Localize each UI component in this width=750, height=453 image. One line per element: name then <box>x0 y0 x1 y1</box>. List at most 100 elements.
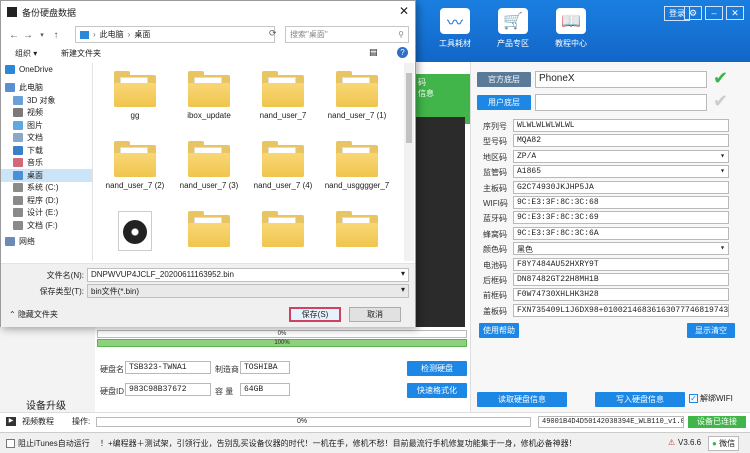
organize-menu[interactable]: 组织 ▾ <box>15 48 37 59</box>
nav-item[interactable]: 桌面 <box>1 169 92 182</box>
field-value[interactable]: FXN735409L1J6DX98+0100214683616307774681… <box>513 303 729 317</box>
file-item[interactable] <box>319 211 395 251</box>
filename-area: 文件名(N): DNPWVUP4JCLF_20200611163952.bin … <box>1 263 415 301</box>
official-base-field[interactable]: PhoneX <box>535 71 707 88</box>
tutorial-nav-button[interactable]: 📖 教程中心 <box>541 8 601 58</box>
file-item[interactable]: nand_user_7 (3) <box>171 141 247 190</box>
field-value[interactable]: 9C:E3:3F:8C:3C:68 <box>513 196 729 209</box>
tools-nav-button[interactable]: 〰 工具耗材 <box>425 8 485 58</box>
forward-arrow-icon[interactable]: → <box>21 30 35 41</box>
nav-item[interactable]: 文档 (F:) <box>1 219 92 232</box>
field-value[interactable]: DN87482GT22H8MH1B <box>513 273 729 286</box>
field-value[interactable]: 9C:E3:3F:8C:3C:6A <box>513 226 729 240</box>
read-disk-button[interactable]: 读取硬盘信息 <box>477 392 567 407</box>
check-icon: ✔ <box>713 68 729 88</box>
search-input[interactable]: 搜索"桌面" ⚲ <box>285 26 409 43</box>
file-item[interactable]: nand_user_7 (2) <box>97 141 173 190</box>
disk-name-field: TSB323-TWNA1 <box>125 361 211 374</box>
chevron-down-icon[interactable]: ▾ <box>720 151 725 161</box>
nav-item[interactable]: 系统 (C:) <box>1 182 92 195</box>
products-nav-button[interactable]: 🛒 产品专区 <box>483 8 543 58</box>
path-segment-pc[interactable]: 此电脑 <box>100 29 124 40</box>
dialog-close-icon[interactable]: ✕ <box>399 4 409 18</box>
official-base-button[interactable]: 官方底层 <box>477 72 531 87</box>
wechat-icon: ● <box>712 439 717 448</box>
progress-bar-2: 100% <box>97 339 467 347</box>
user-base-button[interactable]: 用户底层 <box>477 95 531 110</box>
block-itunes-checkbox[interactable] <box>6 439 15 448</box>
save-button[interactable]: 保存(S) <box>289 307 341 322</box>
history-chevron-icon[interactable]: ▾ <box>35 31 49 39</box>
new-folder-button[interactable]: 新建文件夹 <box>61 48 101 59</box>
nav-item[interactable]: 程序 (D:) <box>1 194 92 207</box>
device-upgrade-label[interactable]: 设备升级 <box>26 397 66 412</box>
write-disk-button[interactable]: 写入硬盘信息 <box>595 392 685 407</box>
user-base-field[interactable] <box>535 94 707 111</box>
file-item[interactable]: nand_user_7 (4) <box>245 141 321 190</box>
view-icon[interactable]: ▤ <box>369 47 378 58</box>
nav-item[interactable]: OneDrive <box>1 63 92 76</box>
refresh-icon[interactable]: ⟳ <box>269 28 277 39</box>
chevron-down-icon-2[interactable]: ▾ <box>401 285 405 294</box>
nav-item[interactable]: 图片 <box>1 119 92 132</box>
field-value[interactable]: MQA82 <box>513 134 729 148</box>
file-item[interactable]: nand_usgggger_7 <box>319 141 395 190</box>
nav-item-icon <box>13 208 23 218</box>
file-item[interactable] <box>171 211 247 251</box>
nav-item[interactable]: 音乐 <box>1 157 92 170</box>
nav-item[interactable]: 文档 <box>1 132 92 145</box>
unbind-wifi-checkbox[interactable]: ✓ 解绑WIFI <box>689 393 733 404</box>
chevron-down-icon[interactable]: ▾ <box>720 166 725 176</box>
video-tutorial-link[interactable]: 视频教程 <box>22 416 54 427</box>
back-arrow-icon[interactable]: ← <box>7 30 21 41</box>
field-value[interactable]: F8Y7484AU52HXRY9T <box>513 257 729 271</box>
play-icon[interactable]: ▶ <box>6 417 16 426</box>
wechat-button[interactable]: ● 微信 <box>708 436 740 451</box>
hide-folders-toggle[interactable]: ⌃ 隐藏文件夹 <box>9 309 58 320</box>
close-icon[interactable]: ✕ <box>726 6 744 20</box>
file-item[interactable]: ibox_update <box>171 71 247 120</box>
file-item[interactable]: nand_user_7 <box>245 71 321 120</box>
nav-item[interactable]: 视频 <box>1 107 92 120</box>
tools-nav-label: 工具耗材 <box>439 39 471 48</box>
firmware-select[interactable]: 49001B4D4D50142038394E_WLB110_v1.0. <box>538 416 684 428</box>
use-help-button[interactable]: 使用帮助 <box>479 323 519 338</box>
field-value[interactable]: 黑色 ▾ <box>513 242 729 256</box>
nav-item[interactable]: 此电脑 <box>1 82 92 95</box>
checkbox-checked-icon[interactable]: ✓ <box>689 394 698 403</box>
quick-format-button[interactable]: 快速格式化 <box>407 383 467 398</box>
nav-item[interactable]: 下载 <box>1 144 92 157</box>
show-clear-button[interactable]: 显示清空 <box>687 323 735 338</box>
nav-item[interactable]: 网络 <box>1 236 92 249</box>
chevron-down-icon[interactable]: ▾ <box>401 269 405 278</box>
chevron-down-icon[interactable]: ▾ <box>720 243 725 253</box>
up-arrow-icon[interactable]: ↑ <box>49 30 63 41</box>
file-scrollbar[interactable] <box>404 63 414 261</box>
field-value[interactable]: F0W74730XHLHK3H28 <box>513 288 729 302</box>
detect-disk-button[interactable]: 检测硬盘 <box>407 361 467 376</box>
path-segment-desktop[interactable]: 桌面 <box>134 29 150 40</box>
nav-item[interactable]: 3D 对象 <box>1 94 92 107</box>
nav-item-label: 视频 <box>27 108 43 118</box>
navigation-pane: OneDrive 此电脑 3D 对象 视频 图片 文档 下载音乐 桌面 系统 (C:) 程序 (D… <box>1 63 93 261</box>
address-bar[interactable]: › 此电脑 › 桌面 <box>75 26 275 43</box>
cancel-button[interactable]: 取消 <box>349 307 401 322</box>
field-value[interactable]: ZP/A ▾ <box>513 149 729 163</box>
nav-item-label: 下载 <box>27 145 43 155</box>
filename-input[interactable]: DNPWVUP4JCLF_20200611163952.bin ▾ <box>87 268 409 282</box>
help-icon[interactable]: ? <box>397 47 408 58</box>
field-value[interactable]: WLWLWLWLWLWL <box>513 119 729 132</box>
field-value[interactable]: G2C74930JKJHP5JA <box>513 180 729 194</box>
settings-icon[interactable]: ⚙ <box>684 6 702 20</box>
field-value[interactable]: A1865 ▾ <box>513 165 729 179</box>
file-item[interactable]: gg <box>97 71 173 120</box>
file-item[interactable] <box>245 211 321 251</box>
search-icon: ⚲ <box>398 30 404 39</box>
file-item[interactable] <box>97 211 173 255</box>
filetype-select[interactable]: bin文件(*.bin) ▾ <box>87 284 409 298</box>
minimize-icon[interactable]: – <box>705 6 723 20</box>
file-item[interactable]: nand_user_7 (1) <box>319 71 395 120</box>
scroll-thumb[interactable] <box>406 73 412 143</box>
field-value[interactable]: 9C:E3:3F:8C:3C:69 <box>513 211 729 225</box>
nav-item[interactable]: 设计 (E:) <box>1 207 92 220</box>
